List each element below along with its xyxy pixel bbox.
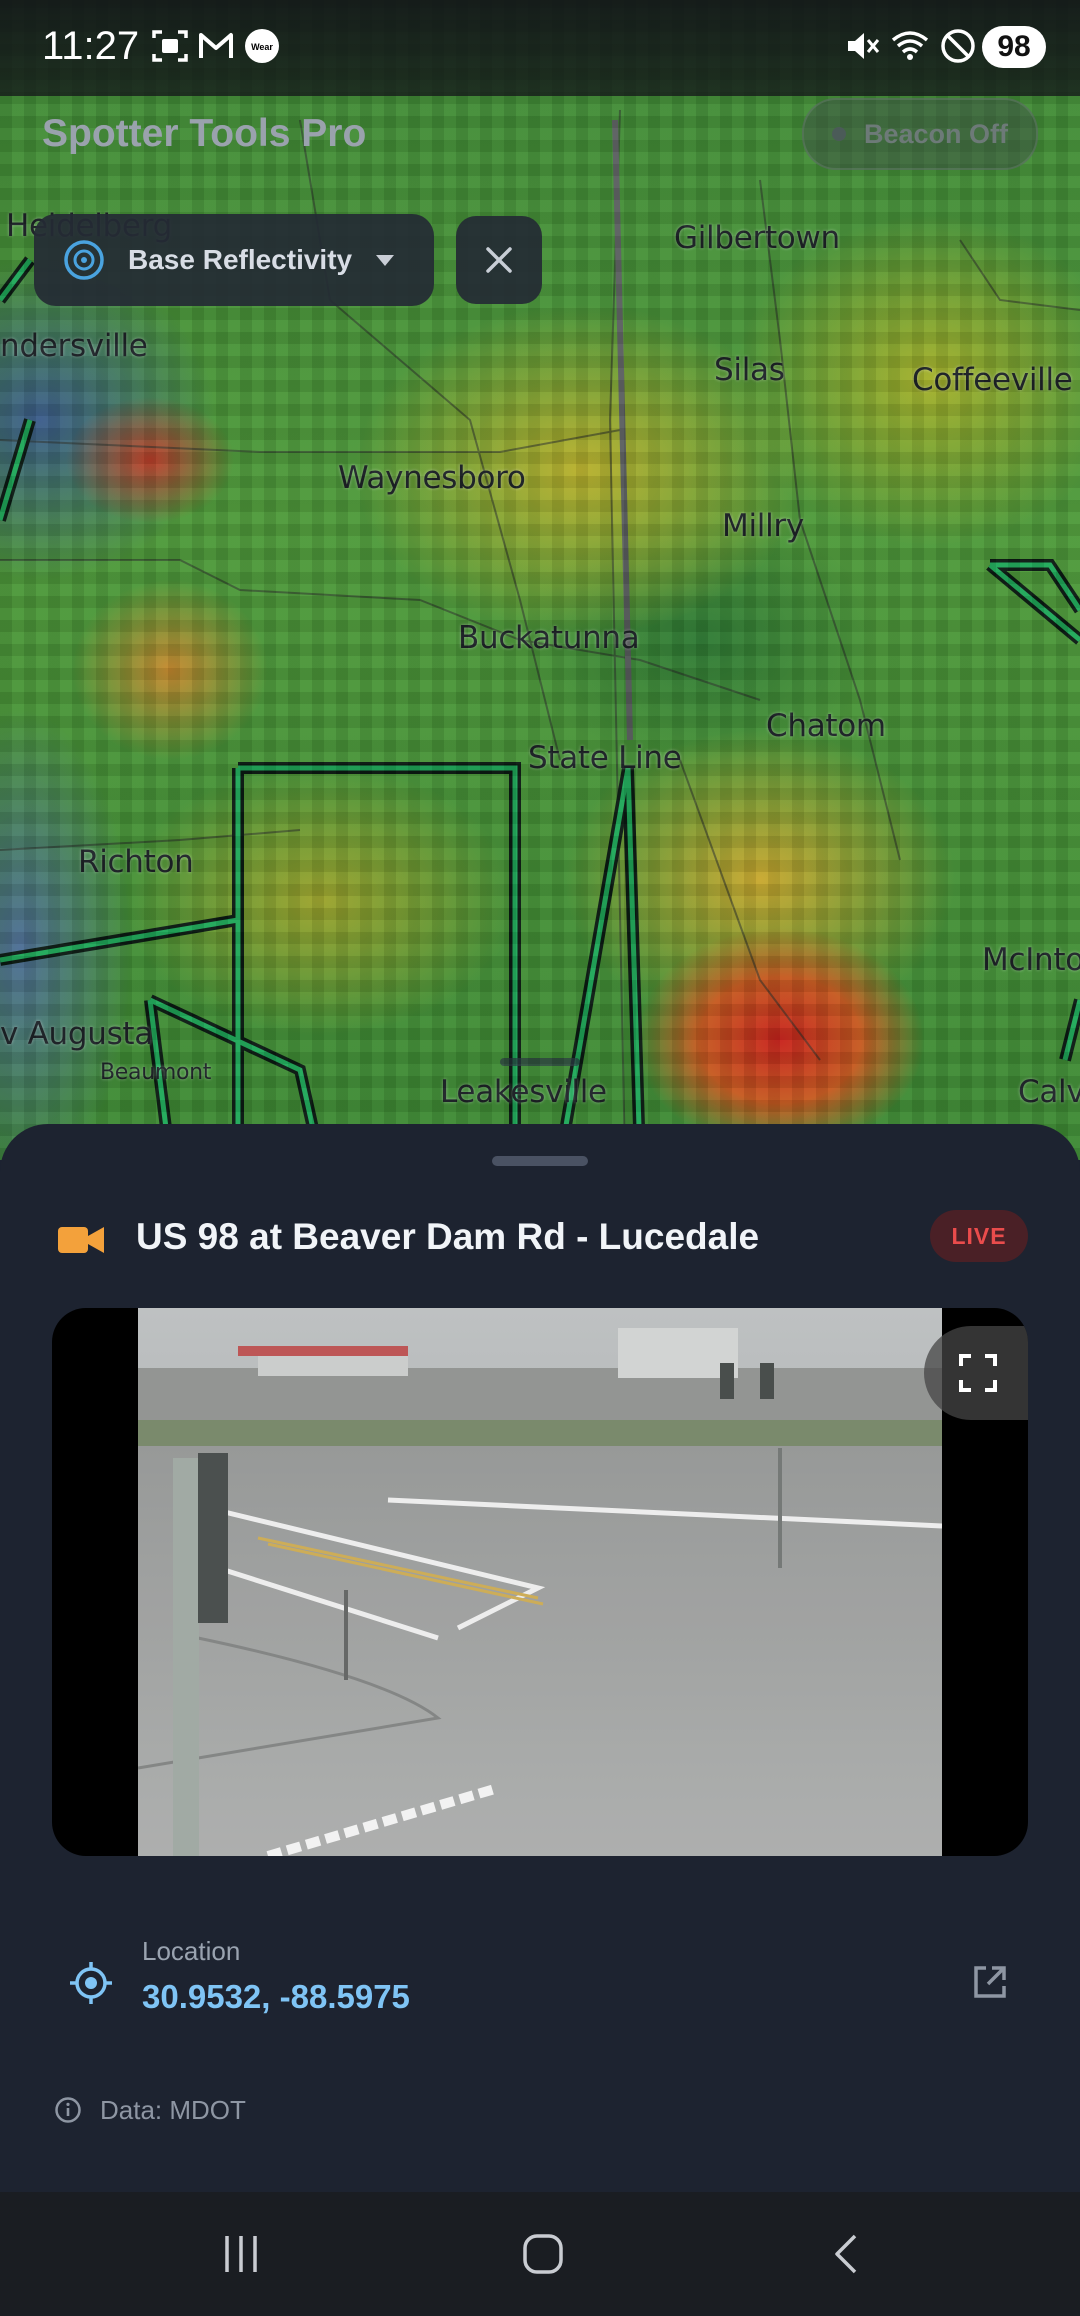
radar-icon xyxy=(64,240,104,280)
place-label: Leakesville xyxy=(440,1074,607,1110)
system-nav-bar xyxy=(0,2192,1080,2316)
camera-bottom-sheet: US 98 at Beaver Dam Rd - Lucedale LIVE L… xyxy=(0,1124,1080,2192)
home-icon xyxy=(523,2234,563,2274)
place-label: Richton xyxy=(78,844,194,880)
camera-title: US 98 at Beaver Dam Rd - Lucedale xyxy=(136,1216,760,1257)
mute-icon xyxy=(848,33,880,59)
gmail-icon xyxy=(199,33,233,58)
layer-selected-label: Base Reflectivity xyxy=(128,244,353,275)
home-button[interactable] xyxy=(508,2222,578,2286)
place-label: Coffeeville xyxy=(912,362,1073,398)
place-label: Waynesboro xyxy=(338,460,526,496)
place-label: Silas xyxy=(714,352,785,388)
data-source-row: Data: MDOT xyxy=(54,2090,246,2130)
location-row[interactable]: Location 30.9532, -88.5975 xyxy=(0,1914,1080,2044)
beacon-toggle[interactable]: Beacon Off xyxy=(802,98,1038,170)
back-icon xyxy=(835,2234,857,2274)
svg-text:Wear: Wear xyxy=(251,42,273,52)
place-label: Beaumont xyxy=(100,1060,212,1085)
battery-indicator: 98 xyxy=(982,26,1046,68)
radar-map[interactable]: Heidelberg Gilbertown ndersville Silas C… xyxy=(0,0,1080,1160)
app-title: Spotter Tools Pro xyxy=(42,112,367,155)
open-external-icon[interactable] xyxy=(970,1962,1010,2002)
beacon-status-dot xyxy=(832,127,846,141)
wear-os-icon: Wear xyxy=(245,29,279,63)
my-location-icon xyxy=(70,1962,112,2004)
place-label: ndersville xyxy=(0,328,148,364)
place-label: Millry xyxy=(722,508,804,544)
location-coordinates: 30.9532, -88.5975 xyxy=(142,1978,410,2015)
map-drag-indicator xyxy=(500,1058,580,1066)
do-not-disturb-icon xyxy=(941,29,975,63)
camera-video-player[interactable] xyxy=(52,1308,1028,1856)
fullscreen-button[interactable] xyxy=(924,1326,1028,1420)
close-layer-button[interactable] xyxy=(456,216,542,304)
screenshot-icon xyxy=(152,30,188,62)
map-overlay xyxy=(0,109,1080,1160)
chevron-down-icon xyxy=(376,254,395,266)
place-label: Chatom xyxy=(766,708,886,744)
data-source-label: Data: MDOT xyxy=(100,2094,246,2125)
beacon-label: Beacon Off xyxy=(864,118,1009,149)
sheet-drag-handle[interactable] xyxy=(492,1156,588,1166)
place-label: State Line xyxy=(528,740,682,776)
place-label: v Augusta xyxy=(0,1016,153,1052)
live-badge: LIVE xyxy=(930,1210,1028,1262)
place-label: Calv xyxy=(1018,1074,1080,1110)
recents-button[interactable] xyxy=(206,2222,276,2286)
layer-selector-dropdown[interactable]: Base Reflectivity xyxy=(34,214,434,306)
place-label: Buckatunna xyxy=(458,620,640,656)
video-camera-icon xyxy=(58,1227,104,1253)
close-icon xyxy=(486,247,512,273)
place-label: Gilbertown xyxy=(674,220,840,256)
recents-icon xyxy=(225,2236,257,2272)
fullscreen-icon xyxy=(959,1354,997,1392)
camera-feed-image xyxy=(138,1308,942,1856)
status-time: 11:27 xyxy=(42,24,140,68)
wifi-6-icon xyxy=(891,31,929,60)
info-icon xyxy=(55,2097,81,2123)
back-button[interactable] xyxy=(812,2222,882,2286)
place-label: McInto xyxy=(982,942,1080,978)
status-bar: 11:27 Wear 98 xyxy=(0,0,1080,96)
location-label: Location xyxy=(142,1936,241,1966)
